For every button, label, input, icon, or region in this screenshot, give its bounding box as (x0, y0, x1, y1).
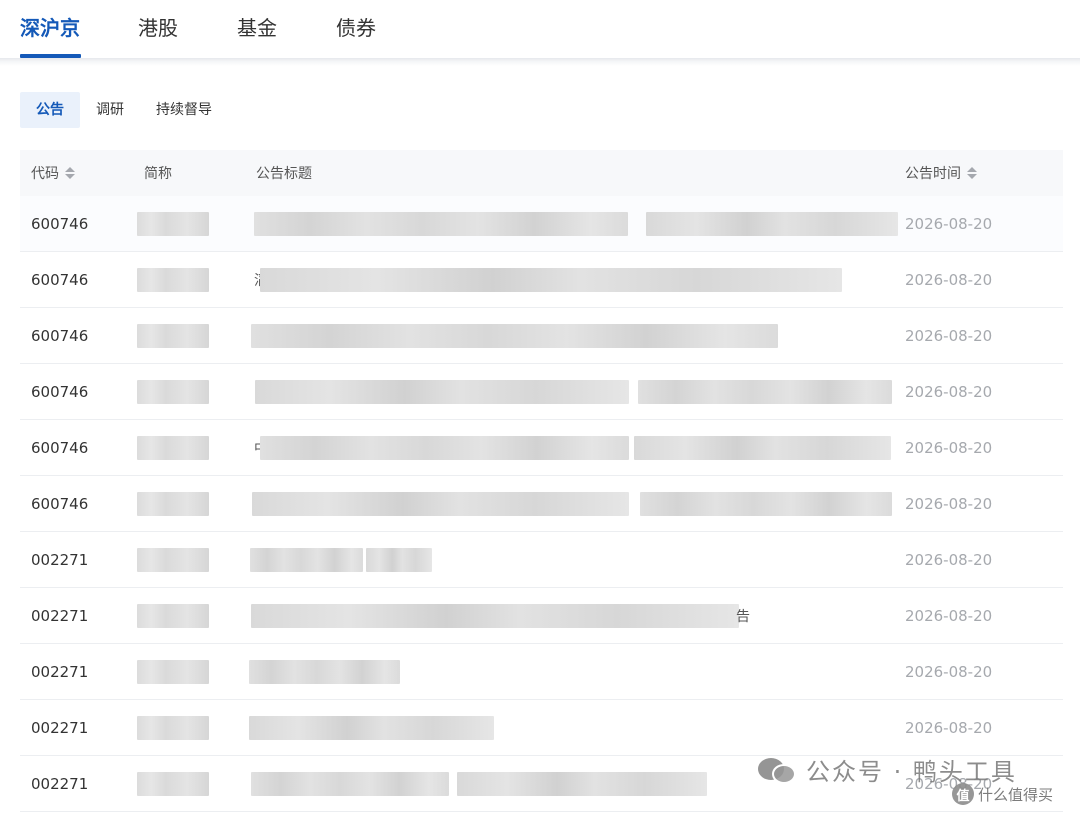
subtab-supervision[interactable]: 持续督导 (140, 92, 228, 128)
redacted-title[interactable] (250, 548, 363, 572)
redacted-name (137, 548, 209, 572)
tab-label: 深沪京 (20, 16, 80, 40)
tab-funds[interactable]: 基金 (237, 0, 277, 58)
redacted-title[interactable] (252, 492, 629, 516)
redacted-title[interactable] (251, 604, 739, 628)
announcement-date: 2026-08-20 (905, 271, 993, 289)
stock-code: 600746 (31, 215, 89, 233)
tab-label: 债券 (336, 16, 376, 40)
stock-code: 600746 (31, 271, 89, 289)
tab-label: 港股 (138, 16, 178, 40)
stock-code: 002271 (31, 775, 89, 793)
announcement-date: 2026-08-20 (905, 551, 993, 569)
table-row[interactable]: 600746 2026-08-20 (20, 476, 1063, 532)
redacted-name (137, 436, 209, 460)
market-tabs: 深沪京 港股 基金 债券 (0, 0, 1080, 62)
tab-label: 基金 (237, 16, 277, 40)
redacted-name (137, 492, 209, 516)
announcement-date: 2026-08-20 (905, 215, 993, 233)
header-title-label: 公告标题 (256, 166, 312, 182)
redacted-title[interactable] (638, 380, 892, 404)
redacted-title[interactable] (260, 268, 842, 292)
stock-code: 600746 (31, 495, 89, 513)
sort-icon[interactable] (967, 167, 977, 179)
table-row[interactable]: 002271 2026-08-20 (20, 700, 1063, 756)
announcements-table: 代码 简称 公告标题 公告时间 600746 2026-08-20 600746… (20, 150, 1063, 812)
table-row[interactable]: 002271 2026-08-20 (20, 532, 1063, 588)
header-time-label: 公告时间 (905, 166, 961, 182)
wechat-icon (758, 754, 798, 786)
table-row[interactable]: 600746 2026-08-20 (20, 364, 1063, 420)
redacted-name (137, 716, 209, 740)
table-row[interactable]: 600746 2026-08-20 (20, 196, 1063, 252)
watermark-text: 公众号 · 鸭头工具 (806, 758, 1017, 786)
redacted-name (137, 268, 209, 292)
redacted-title[interactable] (260, 436, 629, 460)
header-code[interactable]: 代码 (31, 150, 75, 196)
smzdm-logo-icon: 值 (952, 783, 974, 805)
redacted-name (137, 380, 209, 404)
stock-code: 002271 (31, 719, 89, 737)
subtab-announcements[interactable]: 公告 (20, 92, 80, 128)
table-row[interactable]: 002271 2026-08-20 (20, 644, 1063, 700)
redacted-name (137, 604, 209, 628)
table-row[interactable]: 600746 滔 2026-08-20 (20, 252, 1063, 308)
header-name-label: 简称 (144, 166, 172, 182)
table-header: 代码 简称 公告标题 公告时间 (20, 150, 1063, 196)
stock-code: 600746 (31, 439, 89, 457)
tab-shenhujing[interactable]: 深沪京 (20, 0, 81, 58)
title-fragment: 告 (736, 609, 750, 625)
redacted-title[interactable] (634, 436, 891, 460)
redacted-title[interactable] (251, 772, 449, 796)
redacted-title[interactable] (366, 548, 432, 572)
smzdm-watermark: 值 什么值得买 (952, 783, 1053, 805)
redacted-name (137, 660, 209, 684)
redacted-name (137, 772, 209, 796)
header-time[interactable]: 公告时间 (905, 150, 977, 196)
tab-bonds[interactable]: 债券 (336, 0, 376, 58)
announcement-date: 2026-08-20 (905, 607, 993, 625)
redacted-title[interactable] (646, 212, 898, 236)
redacted-name (137, 324, 209, 348)
watermark-text-secondary: 什么值得买 (978, 785, 1054, 804)
header-title: 公告标题 (256, 150, 312, 196)
header-code-label: 代码 (31, 166, 59, 182)
redacted-title[interactable] (457, 772, 707, 796)
stock-code: 600746 (31, 383, 89, 401)
sub-tabs: 公告 调研 持续督导 (20, 92, 228, 128)
announcement-date: 2026-08-20 (905, 495, 993, 513)
announcement-date: 2026-08-20 (905, 439, 993, 457)
redacted-name (137, 212, 209, 236)
redacted-title[interactable] (640, 492, 892, 516)
stock-code: 002271 (31, 607, 89, 625)
announcement-date: 2026-08-20 (905, 663, 993, 681)
stock-code: 600746 (31, 327, 89, 345)
header-name: 简称 (144, 150, 172, 196)
table-row[interactable]: 002271 告 2026-08-20 (20, 588, 1063, 644)
announcement-date: 2026-08-20 (905, 327, 993, 345)
redacted-title[interactable] (255, 380, 629, 404)
table-row[interactable]: 600746 中 2026-08-20 (20, 420, 1063, 476)
announcement-date: 2026-08-20 (905, 719, 993, 737)
table-row[interactable]: 600746 2026-08-20 (20, 308, 1063, 364)
stock-code: 002271 (31, 551, 89, 569)
redacted-title[interactable] (254, 212, 628, 236)
tab-bar-divider (0, 58, 1080, 66)
wechat-watermark: 公众号 · 鸭头工具 (758, 752, 1017, 787)
redacted-title[interactable] (251, 324, 778, 348)
redacted-title[interactable] (249, 716, 494, 740)
announcement-date: 2026-08-20 (905, 383, 993, 401)
tab-hk-stocks[interactable]: 港股 (138, 0, 178, 58)
sort-icon[interactable] (65, 167, 75, 179)
redacted-title[interactable] (249, 660, 400, 684)
subtab-research[interactable]: 调研 (80, 92, 140, 128)
stock-code: 002271 (31, 663, 89, 681)
